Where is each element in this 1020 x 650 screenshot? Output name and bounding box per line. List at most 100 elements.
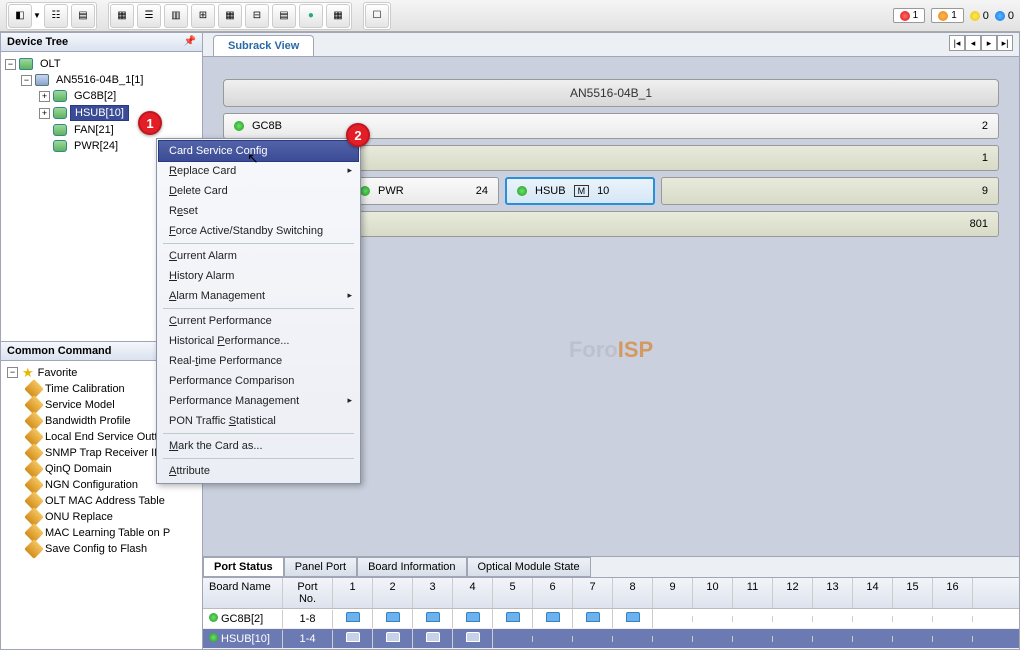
table-row[interactable]: HSUB[10]1-4 — [203, 629, 1019, 649]
tb-btn-11[interactable]: ● — [299, 4, 323, 28]
tb-btn-6[interactable]: ▥ — [164, 4, 188, 28]
port-cell[interactable] — [453, 629, 493, 648]
slot-gc8b[interactable]: GC8B2 — [223, 113, 999, 139]
column-header[interactable]: 4 — [453, 578, 493, 608]
menu-item[interactable]: Alarm Management — [159, 286, 358, 306]
status-yellow[interactable]: 0 — [970, 10, 989, 22]
port-cell[interactable] — [493, 636, 533, 642]
port-cell[interactable] — [853, 636, 893, 642]
column-header[interactable]: 5 — [493, 578, 533, 608]
favorite-item[interactable]: MAC Learning Table on P — [5, 525, 198, 541]
port-cell[interactable] — [733, 636, 773, 642]
port-cell[interactable] — [653, 636, 693, 642]
menu-item[interactable]: Performance Comparison — [159, 371, 358, 391]
port-cell[interactable] — [413, 609, 453, 628]
port-cell[interactable] — [693, 636, 733, 642]
column-header[interactable]: 14 — [853, 578, 893, 608]
tab-nav-prev[interactable]: ◂ — [965, 35, 981, 51]
port-cell[interactable] — [453, 609, 493, 628]
tb-btn-12[interactable]: ▦ — [326, 4, 350, 28]
port-cell[interactable] — [373, 629, 413, 648]
port-cell[interactable] — [533, 609, 573, 628]
collapse-icon[interactable]: − — [5, 59, 16, 70]
slot-hsub[interactable]: HSUBM10 — [505, 177, 655, 205]
favorite-item[interactable]: ONU Replace — [5, 509, 198, 525]
bottom-tab[interactable]: Port Status — [203, 557, 284, 577]
column-header[interactable]: 15 — [893, 578, 933, 608]
column-header[interactable]: 7 — [573, 578, 613, 608]
port-cell[interactable] — [373, 609, 413, 628]
favorite-item[interactable]: Save Config to Flash — [5, 541, 198, 557]
tb-btn-9[interactable]: ⊟ — [245, 4, 269, 28]
port-cell[interactable] — [573, 636, 613, 642]
menu-item[interactable]: Current Alarm — [159, 246, 358, 266]
menu-item[interactable]: Delete Card — [159, 181, 358, 201]
port-cell[interactable] — [693, 616, 733, 622]
column-header[interactable]: 8 — [613, 578, 653, 608]
menu-item[interactable]: Performance Management — [159, 391, 358, 411]
tree-card-gc8b2[interactable]: +GC8B[2] — [5, 88, 198, 104]
menu-item[interactable]: Current Performance — [159, 311, 358, 331]
collapse-icon[interactable]: − — [7, 367, 18, 378]
port-cell[interactable] — [853, 616, 893, 622]
menu-item[interactable]: Force Active/Standby Switching — [159, 221, 358, 241]
port-cell[interactable] — [333, 609, 373, 628]
menu-item[interactable]: Real-time Performance — [159, 351, 358, 371]
slot-pwr[interactable]: PWR24 — [349, 177, 499, 205]
port-cell[interactable] — [773, 616, 813, 622]
column-header[interactable]: 11 — [733, 578, 773, 608]
port-cell[interactable] — [933, 636, 973, 642]
tb-btn-10[interactable]: ▤ — [272, 4, 296, 28]
port-cell[interactable] — [413, 629, 453, 648]
tb-btn-2[interactable]: ☷ — [44, 4, 68, 28]
menu-item[interactable]: Attribute — [159, 461, 358, 481]
tree-card-hsub10[interactable]: +HSUB[10] — [5, 104, 198, 122]
column-header[interactable]: 10 — [693, 578, 733, 608]
port-cell[interactable] — [573, 609, 613, 628]
bottom-tab[interactable]: Board Information — [357, 557, 466, 577]
port-cell[interactable] — [773, 636, 813, 642]
tab-subrack-view[interactable]: Subrack View — [213, 35, 314, 56]
bottom-tab[interactable]: Panel Port — [284, 557, 357, 577]
tb-btn-13[interactable]: ☐ — [365, 4, 389, 28]
tab-nav-last[interactable]: ▸| — [997, 35, 1013, 51]
menu-item[interactable]: Replace Card — [159, 161, 358, 181]
port-cell[interactable] — [613, 609, 653, 628]
table-row[interactable]: GC8B[2]1-8 — [203, 609, 1019, 629]
dropdown-icon[interactable]: ▼ — [33, 11, 41, 20]
port-cell[interactable] — [653, 616, 693, 622]
tab-nav-next[interactable]: ▸ — [981, 35, 997, 51]
port-cell[interactable] — [813, 616, 853, 622]
port-cell[interactable] — [893, 616, 933, 622]
port-cell[interactable] — [613, 636, 653, 642]
favorite-item[interactable]: OLT MAC Address Table — [5, 493, 198, 509]
tree-root-olt[interactable]: − OLT — [5, 56, 198, 72]
expand-icon[interactable]: + — [39, 91, 50, 102]
column-header[interactable]: 1 — [333, 578, 373, 608]
tb-btn-3[interactable]: ▤ — [71, 4, 95, 28]
menu-item[interactable]: Historical Performance... — [159, 331, 358, 351]
status-red[interactable]: 1 — [893, 8, 926, 23]
column-header[interactable]: 6 — [533, 578, 573, 608]
menu-item[interactable]: PON Traffic Statistical — [159, 411, 358, 431]
column-header[interactable]: Port No. — [283, 578, 333, 608]
tb-btn-1[interactable]: ◧ — [8, 4, 32, 28]
column-header[interactable]: 16 — [933, 578, 973, 608]
menu-item[interactable]: History Alarm — [159, 266, 358, 286]
column-header[interactable]: 3 — [413, 578, 453, 608]
port-cell[interactable] — [813, 636, 853, 642]
port-cell[interactable] — [533, 636, 573, 642]
status-orange[interactable]: 1 — [931, 8, 964, 23]
port-cell[interactable] — [893, 636, 933, 642]
column-header[interactable]: Board Name — [203, 578, 283, 608]
tb-btn-5[interactable]: ☰ — [137, 4, 161, 28]
port-cell[interactable] — [933, 616, 973, 622]
menu-item[interactable]: Card Service Config — [158, 140, 359, 162]
column-header[interactable]: 2 — [373, 578, 413, 608]
column-header[interactable]: 12 — [773, 578, 813, 608]
pin-icon[interactable]: 📌 — [184, 36, 196, 47]
collapse-icon[interactable]: − — [21, 75, 32, 86]
bottom-tab[interactable]: Optical Module State — [467, 557, 591, 577]
tree-shelf[interactable]: − AN5516-04B_1[1] — [5, 72, 198, 88]
status-blue[interactable]: 0 — [995, 10, 1014, 22]
